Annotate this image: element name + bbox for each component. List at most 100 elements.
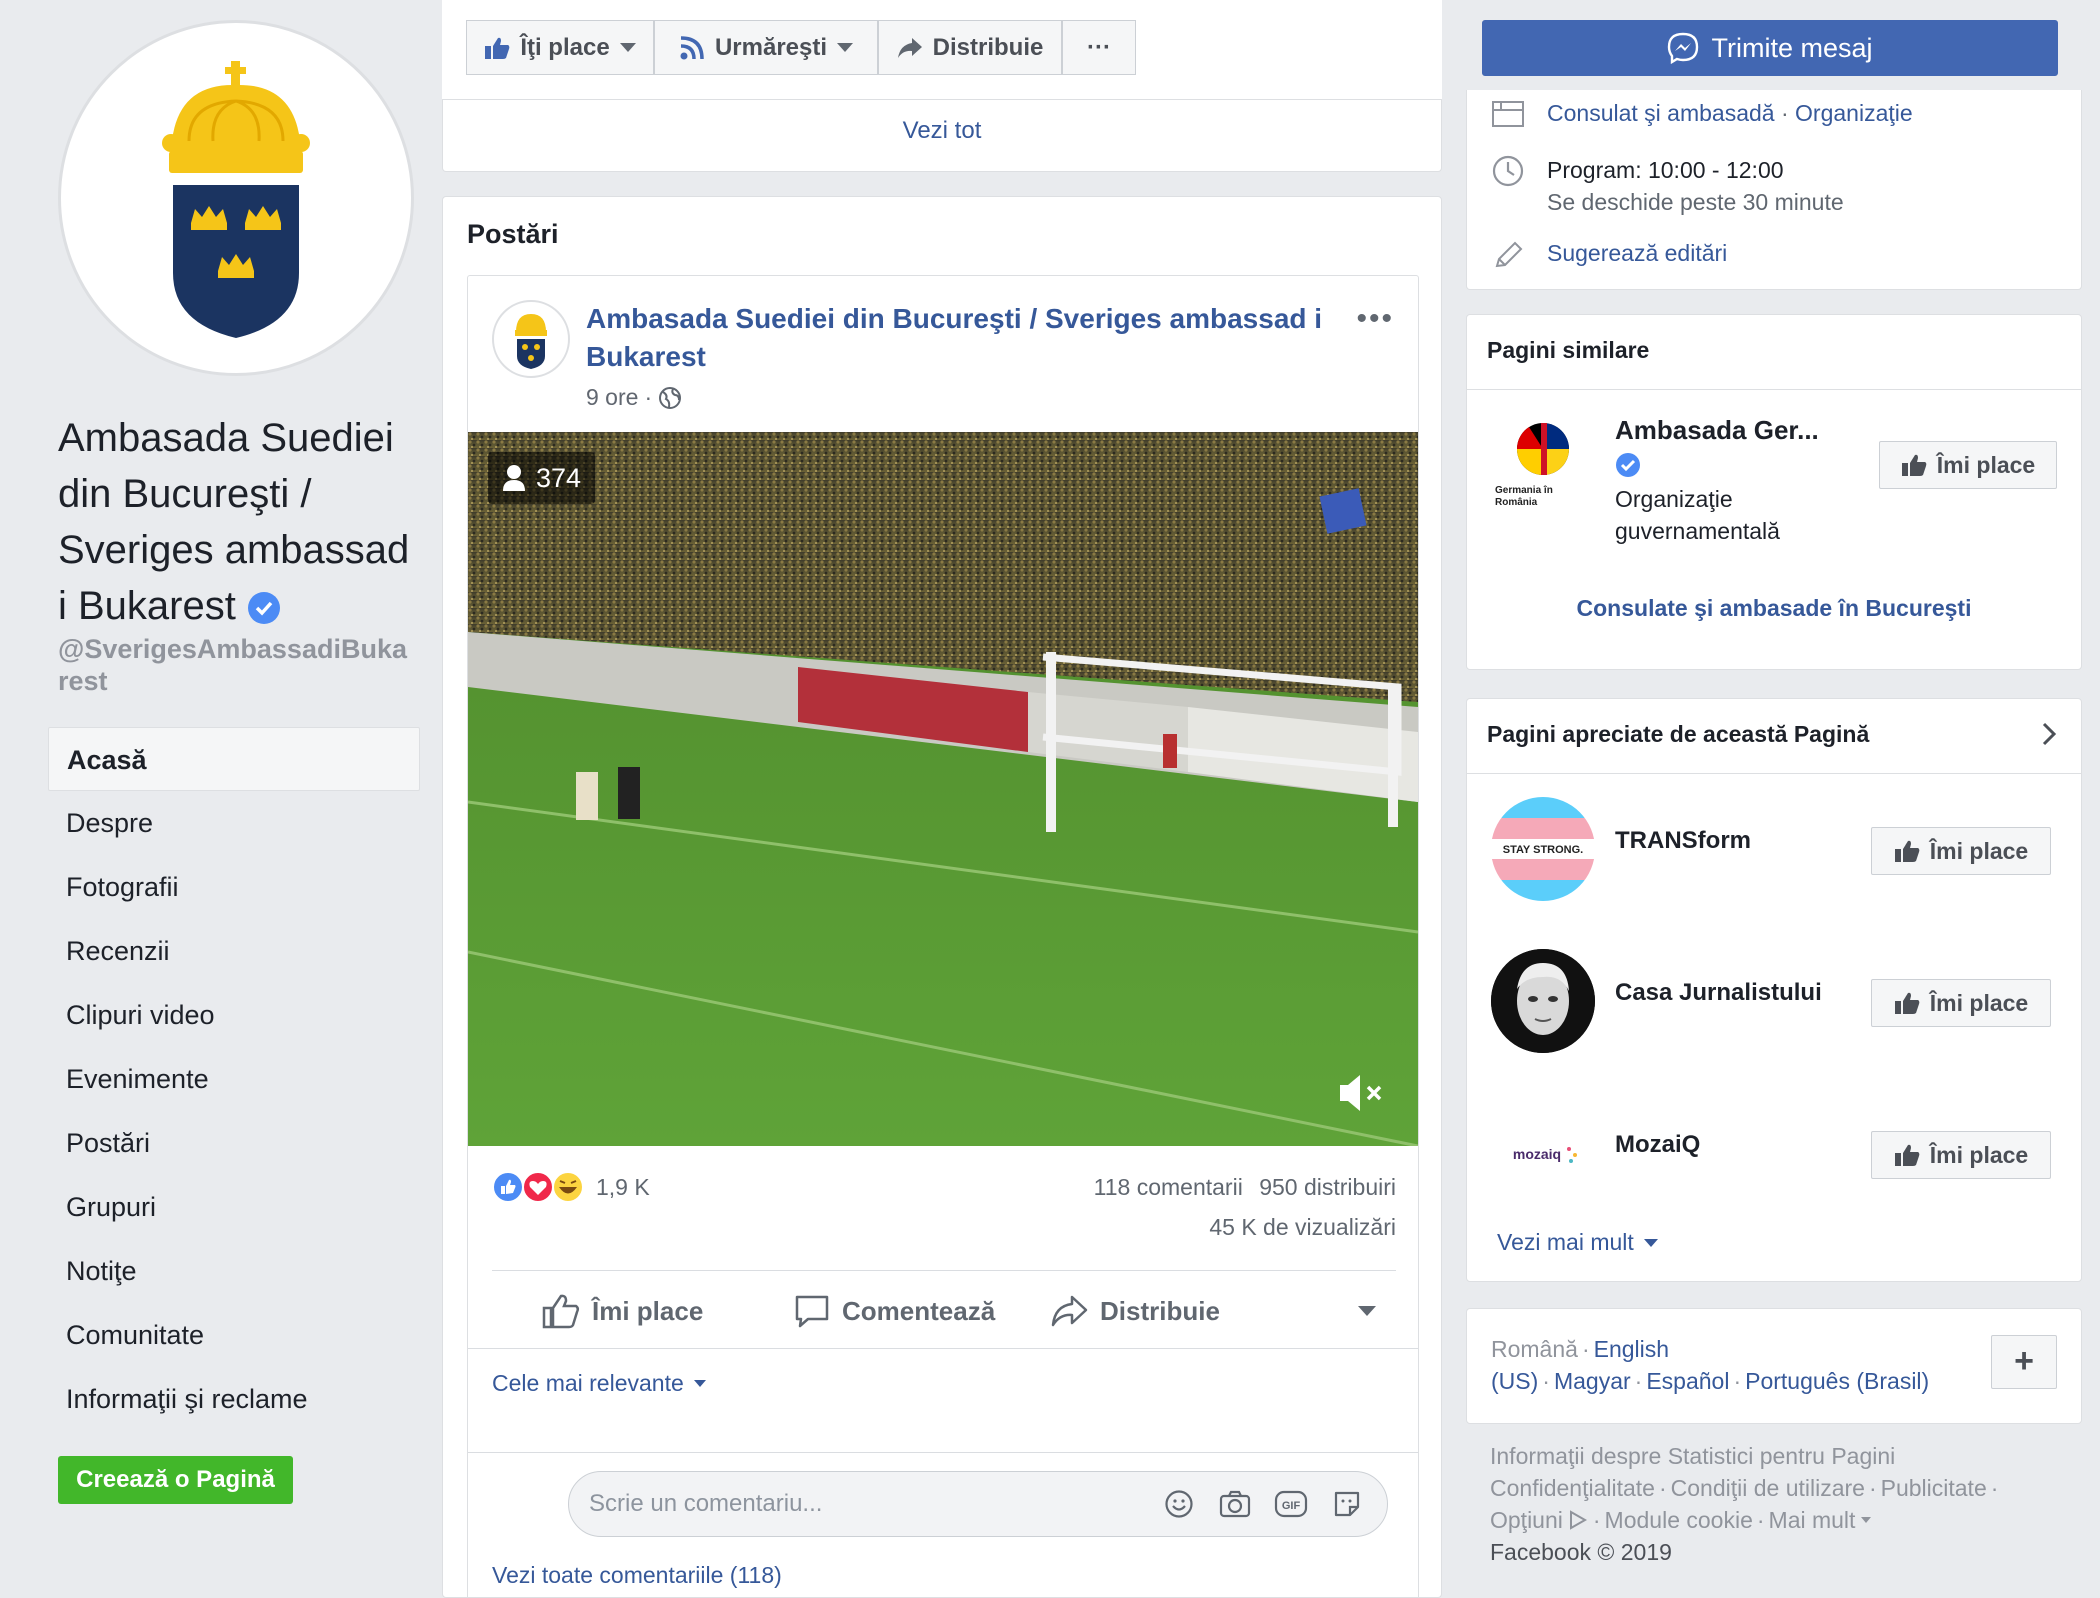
current-language: Română (1491, 1336, 1578, 1362)
language-portuguese[interactable]: Português (Brasil) (1745, 1368, 1929, 1394)
mozaiq-logo-icon: mozaiq (1513, 1146, 1577, 1163)
post-options-icon[interactable]: ••• (1356, 302, 1394, 336)
liked-page-name[interactable]: MozaiQ (1615, 1131, 1700, 1159)
nav-item-events[interactable]: Evenimente (48, 1047, 420, 1111)
send-message-button[interactable]: Trimite mesaj (1482, 20, 2058, 76)
swedish-crest-icon (162, 61, 310, 338)
suggest-edits-row[interactable]: Sugerează editări (1491, 240, 1727, 270)
transform-avatar[interactable]: STAY STRONG. (1491, 797, 1595, 901)
video-frame (468, 432, 1418, 1146)
page-share-button[interactable]: Distribuie (878, 20, 1062, 75)
posts-section: Postări Ambasada Suediei din Bucureşti /… (442, 196, 1442, 1598)
comment-bubble-icon (795, 1295, 829, 1328)
page-like-label: Îţi place (520, 33, 610, 61)
trans-flag-logo-icon: STAY STRONG. (1491, 797, 1595, 901)
liked-page-like-label: Îmi place (1929, 837, 2029, 864)
sticker-icon[interactable] (1327, 1484, 1367, 1524)
consulates-category-link[interactable]: Consulate şi ambasade în Bucureşti (1467, 595, 2081, 622)
chevron-down-icon (1861, 1517, 1872, 1523)
page-info-card: Consulat şi ambasadă · Organizaţie Progr… (1466, 90, 2082, 290)
liked-pages-heading[interactable]: Pagini apreciate de această Pagină (1487, 721, 1869, 748)
share-arrow-icon (897, 37, 922, 58)
similar-page-like-button[interactable]: Îmi place (1879, 441, 2057, 489)
liked-page-like-button[interactable]: Îmi place (1871, 979, 2051, 1027)
see-more-liked-pages[interactable]: Vezi mai mult (1497, 1229, 1658, 1256)
opening-hours: Program: 10:00 - 12:00 (1547, 157, 1784, 183)
liked-page-like-button[interactable]: Îmi place (1871, 1131, 2051, 1179)
comment-sort-dropdown[interactable]: Cele mai relevante (492, 1370, 706, 1397)
comments-shares-counts: 118 comentarii 950 distribuiri (1094, 1174, 1396, 1201)
create-page-button[interactable]: Creează o Pagină (58, 1456, 293, 1504)
video-player[interactable]: 374 (468, 432, 1418, 1146)
emoji-icon[interactable] (1159, 1484, 1199, 1524)
mozaiq-avatar[interactable]: mozaiq (1491, 1101, 1595, 1205)
post-timestamp[interactable]: 9 ore · (586, 384, 682, 411)
footer-insights-link[interactable]: Informaţii despre Statistici pentru Pagi… (1490, 1443, 1895, 1469)
liked-page-like-button[interactable]: Îmi place (1871, 827, 2051, 875)
nav-item-info-ads[interactable]: Informaţii şi reclame (48, 1367, 420, 1431)
reaction-count[interactable]: 1,9 K (596, 1174, 650, 1201)
post-like-button[interactable]: Îmi place (542, 1289, 703, 1333)
post-time-separator: · (644, 384, 653, 410)
footer-advertising-link[interactable]: Publicitate (1881, 1475, 1987, 1501)
page-title[interactable]: Ambasada Suediei din Bucureşti / Sverige… (58, 410, 418, 634)
ad-choices-icon[interactable] (1567, 1509, 1589, 1531)
similar-page-type-2: guvernamentală (1615, 518, 1780, 544)
see-all-link[interactable]: Vezi tot (442, 100, 1442, 172)
similar-page-avatar[interactable]: Germania în România (1491, 415, 1595, 519)
liked-page-name[interactable]: TRANSform (1615, 827, 1751, 855)
page-action-bar: Îţi place Urmăreşti Distribuie ··· (442, 0, 1442, 100)
nav-item-notes[interactable]: Notiţe (48, 1239, 420, 1303)
verified-badge-icon (1616, 453, 1640, 477)
info-hours-row[interactable]: Program: 10:00 - 12:00 Se deschide peste… (1491, 154, 1844, 218)
post-author-avatar[interactable] (492, 300, 570, 378)
post-actions: Îmi place Comentează Distribuie (492, 1270, 1396, 1350)
divider (1467, 389, 2081, 390)
category-consulate-link[interactable]: Consulat şi ambasadă (1547, 100, 1775, 126)
language-hungarian[interactable]: Magyar (1554, 1368, 1631, 1394)
view-all-comments-link[interactable]: Vezi toate comentariile (118) (492, 1562, 782, 1589)
similar-page-name[interactable]: Ambasada Ger... (1615, 415, 1855, 446)
muted-speaker-icon[interactable] (1338, 1071, 1384, 1120)
post-share-button[interactable]: Distribuie (1050, 1289, 1220, 1333)
camera-icon[interactable] (1215, 1484, 1255, 1524)
live-viewers-badge: 374 (488, 452, 596, 504)
gif-icon[interactable]: GIF (1271, 1484, 1311, 1524)
page-handle[interactable]: @SverigesAmbassadiBukarest (58, 633, 408, 697)
nav-item-reviews[interactable]: Recenzii (48, 919, 420, 983)
nav-item-groups[interactable]: Grupuri (48, 1175, 420, 1239)
share-count[interactable]: 950 distribuiri (1259, 1174, 1396, 1200)
footer-more-link[interactable]: Mai mult (1769, 1504, 1856, 1536)
post-author-name[interactable]: Ambasada Suediei din Bucureşti / Sverige… (586, 300, 1346, 376)
follow-button[interactable]: Urmăreşti (654, 20, 878, 75)
nav-item-videos[interactable]: Clipuri video (48, 983, 420, 1047)
liked-page-name[interactable]: Casa Jurnalistului (1615, 979, 1822, 1007)
chevron-right-icon[interactable] (2039, 721, 2059, 747)
footer-terms-link[interactable]: Condiţii de utilizare (1671, 1475, 1865, 1501)
nav-item-about[interactable]: Despre (48, 791, 420, 855)
footer-privacy-link[interactable]: Confidenţialitate (1490, 1475, 1655, 1501)
casa-jurnalistului-avatar[interactable] (1491, 949, 1595, 1053)
share-options-dropdown[interactable] (1358, 1289, 1376, 1333)
footer-ad-choices-link[interactable]: Opţiuni (1490, 1504, 1563, 1536)
divider (1467, 773, 2081, 774)
comment-composer: GIF (468, 1452, 1418, 1556)
viewer-count: 374 (536, 462, 582, 493)
nav-item-photos[interactable]: Fotografii (48, 855, 420, 919)
comment-count[interactable]: 118 comentarii (1094, 1174, 1243, 1200)
more-languages-button[interactable]: + (1991, 1335, 2057, 1389)
page-profile-picture[interactable] (58, 20, 414, 376)
post-comment-label: Comentează (842, 1295, 996, 1326)
more-options-button[interactable]: ··· (1062, 20, 1136, 75)
page-like-button[interactable]: Îţi place (466, 20, 654, 75)
language-spanish[interactable]: Español (1646, 1368, 1729, 1394)
comment-input[interactable] (589, 1490, 1143, 1518)
footer-cookies-link[interactable]: Module cookie (1605, 1504, 1753, 1536)
nav-item-community[interactable]: Comunitate (48, 1303, 420, 1367)
reaction-icons[interactable] (492, 1168, 588, 1206)
nav-item-posts[interactable]: Postări (48, 1111, 420, 1175)
category-organization-link[interactable]: Organizaţie (1795, 100, 1913, 126)
thumbs-up-icon (1901, 454, 1927, 476)
post-comment-button[interactable]: Comentează (794, 1289, 995, 1333)
nav-item-home[interactable]: Acasă (48, 727, 420, 791)
